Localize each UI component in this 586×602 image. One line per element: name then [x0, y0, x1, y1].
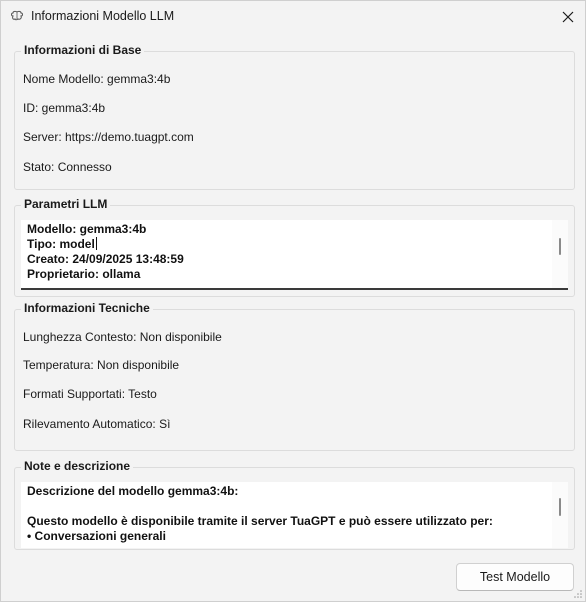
title-bar[interactable]: Informazioni Modello LLM	[1, 1, 585, 32]
notes-title: Note e descrizione	[21, 459, 134, 473]
test-model-button[interactable]: Test Modello	[456, 563, 574, 591]
params-line-owner: Proprietario: ollama	[27, 267, 141, 281]
llm-params-textbox[interactable]: Modello: gemma3:4b Tipo: model Creato: 2…	[21, 220, 568, 290]
notes-textbox[interactable]: Descrizione del modello gemma3:4b: Quest…	[21, 482, 568, 548]
llm-params-group: Parametri LLM Modello: gemma3:4b Tipo: m…	[14, 197, 575, 297]
close-icon	[562, 11, 574, 22]
brain-icon	[11, 10, 23, 21]
temperature-label: Temperatura: Non disponibile	[23, 358, 180, 372]
auto-detect-label: Rilevamento Automatico: Sì	[23, 417, 171, 431]
resize-grip-icon[interactable]	[573, 589, 583, 599]
params-scroll-thumb[interactable]	[559, 238, 561, 255]
llm-params-title: Parametri LLM	[21, 197, 111, 211]
params-line-created: Creato: 24/09/2025 13:48:59	[27, 252, 184, 266]
notes-scrollbar[interactable]	[552, 482, 568, 548]
notes-group: Note e descrizione Descrizione del model…	[14, 459, 575, 550]
tech-info-group: Informazioni Tecniche Lunghezza Contesto…	[14, 301, 575, 451]
close-button[interactable]	[551, 1, 585, 32]
params-scrollbar[interactable]	[552, 220, 568, 288]
params-line-model: Modello: gemma3:4b	[27, 222, 147, 236]
tech-info-title: Informazioni Tecniche	[21, 301, 153, 315]
notes-line-bullet: • Conversazioni generali	[27, 529, 166, 543]
formats-label: Formati Supportati: Testo	[23, 387, 157, 401]
params-line-type: Tipo: model	[27, 237, 95, 251]
model-info-window: Informazioni Modello LLM Informazioni di…	[0, 0, 586, 602]
notes-scroll-thumb[interactable]	[559, 498, 561, 516]
notes-line-intro: Questo modello è disponibile tramite il …	[27, 514, 493, 528]
window-title: Informazioni Modello LLM	[31, 9, 175, 23]
context-length-label: Lunghezza Contesto: Non disponibile	[23, 330, 222, 344]
model-name-label: Nome Modello: gemma3:4b	[23, 72, 171, 86]
text-caret	[95, 237, 97, 250]
server-label: Server: https://demo.tuagpt.com	[23, 130, 194, 144]
base-info-group: Informazioni di Base Nome Modello: gemma…	[14, 43, 575, 190]
base-info-title: Informazioni di Base	[21, 43, 145, 57]
notes-line-blank	[27, 499, 548, 514]
model-id-label: ID: gemma3:4b	[23, 101, 106, 115]
notes-line-heading: Descrizione del modello gemma3:4b:	[27, 484, 239, 498]
status-label: Stato: Connesso	[23, 160, 112, 174]
